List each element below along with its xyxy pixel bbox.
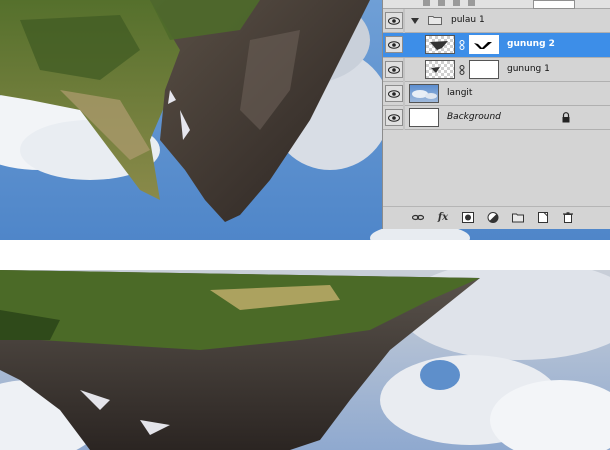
folder-icon <box>428 16 442 25</box>
lock-position-icon[interactable] <box>453 0 460 6</box>
image-divider <box>0 240 610 270</box>
layer-row[interactable]: langit <box>383 82 610 106</box>
layer-name: gunung 1 <box>507 64 550 74</box>
expand-triangle-icon[interactable] <box>411 18 419 24</box>
add-mask-icon[interactable] <box>461 211 475 224</box>
layer-thumbnail[interactable] <box>425 35 455 54</box>
layer-name: langit <box>447 88 473 98</box>
lock-icon <box>562 112 570 123</box>
layer-row-group[interactable]: pulau 1 <box>383 9 610 33</box>
new-group-icon[interactable] <box>511 211 525 224</box>
adjustment-layer-icon[interactable] <box>486 211 500 224</box>
layer-name: pulau 1 <box>451 15 485 25</box>
link-layers-icon[interactable] <box>411 211 425 224</box>
fill-opacity-field[interactable] <box>533 0 575 9</box>
visibility-eye-icon[interactable] <box>385 61 403 78</box>
layers-panel-toolbar <box>383 0 610 9</box>
layer-thumbnail[interactable] <box>425 60 455 79</box>
visibility-eye-icon[interactable] <box>385 85 403 102</box>
layer-thumbnail[interactable] <box>409 84 439 103</box>
layer-thumbnail[interactable] <box>409 108 439 127</box>
visibility-eye-icon[interactable] <box>385 36 403 53</box>
mask-link-icon[interactable] <box>459 40 465 50</box>
fx-icon[interactable]: fx <box>436 211 450 224</box>
canvas-bottom-image <box>0 270 610 450</box>
mask-link-icon[interactable] <box>459 65 465 75</box>
layer-mask-thumbnail[interactable] <box>469 35 499 54</box>
delete-layer-icon[interactable] <box>561 211 575 224</box>
layer-row-selected[interactable]: gunung 2 <box>383 33 610 58</box>
layers-panel-footer: fx <box>383 206 610 229</box>
lock-transparency-icon[interactable] <box>423 0 430 6</box>
lock-all-icon[interactable] <box>468 0 475 6</box>
layers-scrollbar[interactable] <box>598 10 608 205</box>
visibility-eye-icon[interactable] <box>385 12 403 29</box>
visibility-eye-icon[interactable] <box>385 109 403 126</box>
layer-name: gunung 2 <box>507 39 555 49</box>
lock-image-icon[interactable] <box>438 0 445 6</box>
layer-name: Background <box>447 112 501 122</box>
layer-mask-thumbnail[interactable] <box>469 60 499 79</box>
layer-row-background[interactable]: Background <box>383 106 610 130</box>
layer-row[interactable]: gunung 1 <box>383 58 610 82</box>
new-layer-icon[interactable] <box>536 211 550 224</box>
layers-panel: pulau 1 gunung 2 gunung 1 langit Backgro… <box>382 0 610 229</box>
